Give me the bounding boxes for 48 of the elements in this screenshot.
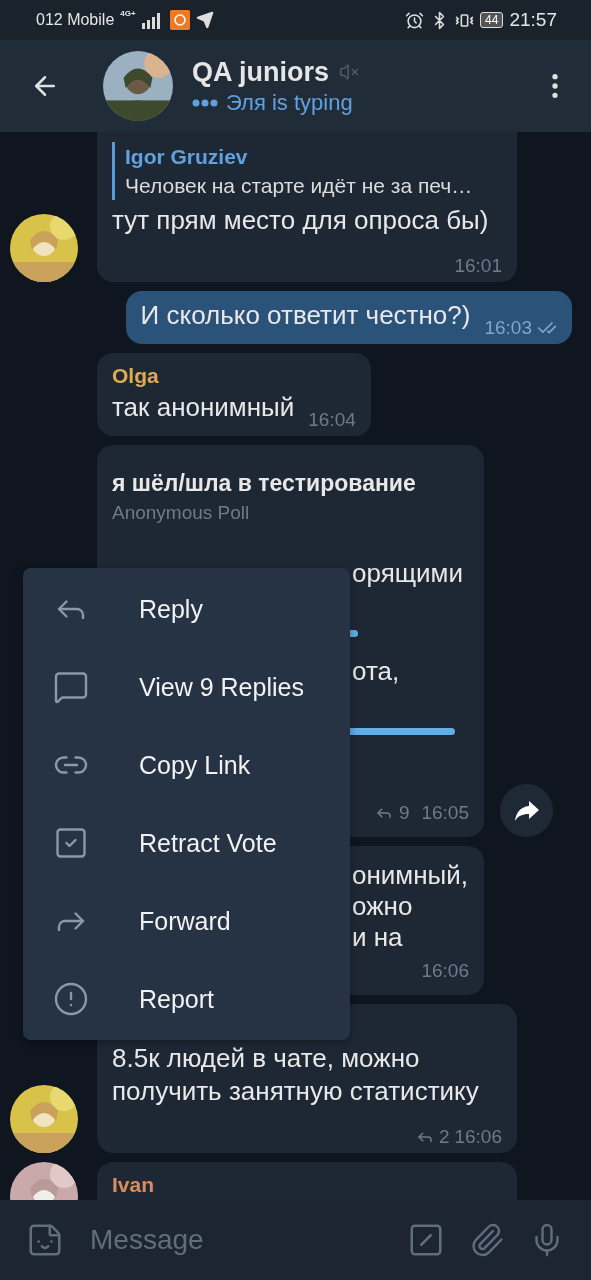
message-text: И сколько ответит честно?): [140, 300, 471, 330]
quote-author: Igor Gruziev: [125, 144, 249, 170]
menu-item[interactable]: Forward: [23, 882, 350, 960]
paper-plane-icon: [195, 11, 214, 29]
share-button[interactable]: [500, 784, 553, 837]
share-arrow-icon: [513, 799, 540, 822]
message-text: так анонимный: [112, 392, 295, 422]
attach-icon[interactable]: [469, 1222, 505, 1258]
message-time: 16:04: [308, 408, 356, 432]
typing-status: Эля is typing: [226, 89, 353, 116]
message-text: 8.5к людей в чате, можно получить занятную статистику: [112, 1043, 479, 1106]
typing-dots-icon: [192, 98, 218, 107]
menu-item[interactable]: View 9 Replies: [23, 648, 350, 726]
sender-name: Olga: [112, 363, 160, 389]
menu-item[interactable]: Reply: [23, 570, 350, 648]
app-icon: [169, 10, 190, 30]
clock: 21:57: [509, 9, 557, 31]
message-text: онимный,: [352, 860, 469, 891]
menu-item[interactable]: Copy Link: [23, 726, 350, 804]
poll-type: Anonymous Poll: [112, 501, 251, 525]
poll-option-text: орящими: [352, 557, 465, 590]
alarm-icon: [405, 10, 425, 30]
message-time: 16:01: [454, 254, 502, 278]
reply-quote[interactable]: Igor Gruziev Человек на старте идёт не за печ…: [112, 142, 502, 200]
chat-title: QA juniors: [192, 56, 329, 88]
reply-count: 2: [438, 1125, 450, 1149]
battery-level: 44: [480, 12, 504, 28]
sender-name: Ivan: [112, 1172, 156, 1198]
alert-circle-icon: [53, 981, 89, 1017]
command-icon[interactable]: [407, 1221, 445, 1259]
message-time: 16:06: [454, 1125, 502, 1149]
sticker-icon[interactable]: [26, 1221, 64, 1259]
message-time: 16:03: [484, 316, 532, 340]
reply-count: 9: [398, 801, 410, 825]
poll-option-text: ота,: [352, 655, 401, 688]
message-time: 16:05: [421, 801, 469, 825]
menu-item[interactable]: Report: [23, 960, 350, 1038]
menu-item[interactable]: Retract Vote: [23, 804, 350, 882]
check-square-icon: [53, 825, 89, 861]
message-text: ожно: [352, 891, 414, 922]
message-time: 16:06: [421, 959, 469, 983]
carrier-name: 012 Mobile: [36, 11, 115, 29]
speech-bubble-icon: [53, 669, 89, 705]
quote-text: Человек на старте идёт не за печ…: [125, 173, 474, 199]
poll-question: я шёл/шла в тестирование: [112, 469, 417, 498]
network-type: 4G+: [120, 9, 136, 18]
message-text: тут прям место для опроса бы): [112, 205, 489, 235]
message-text: и на: [352, 922, 404, 953]
